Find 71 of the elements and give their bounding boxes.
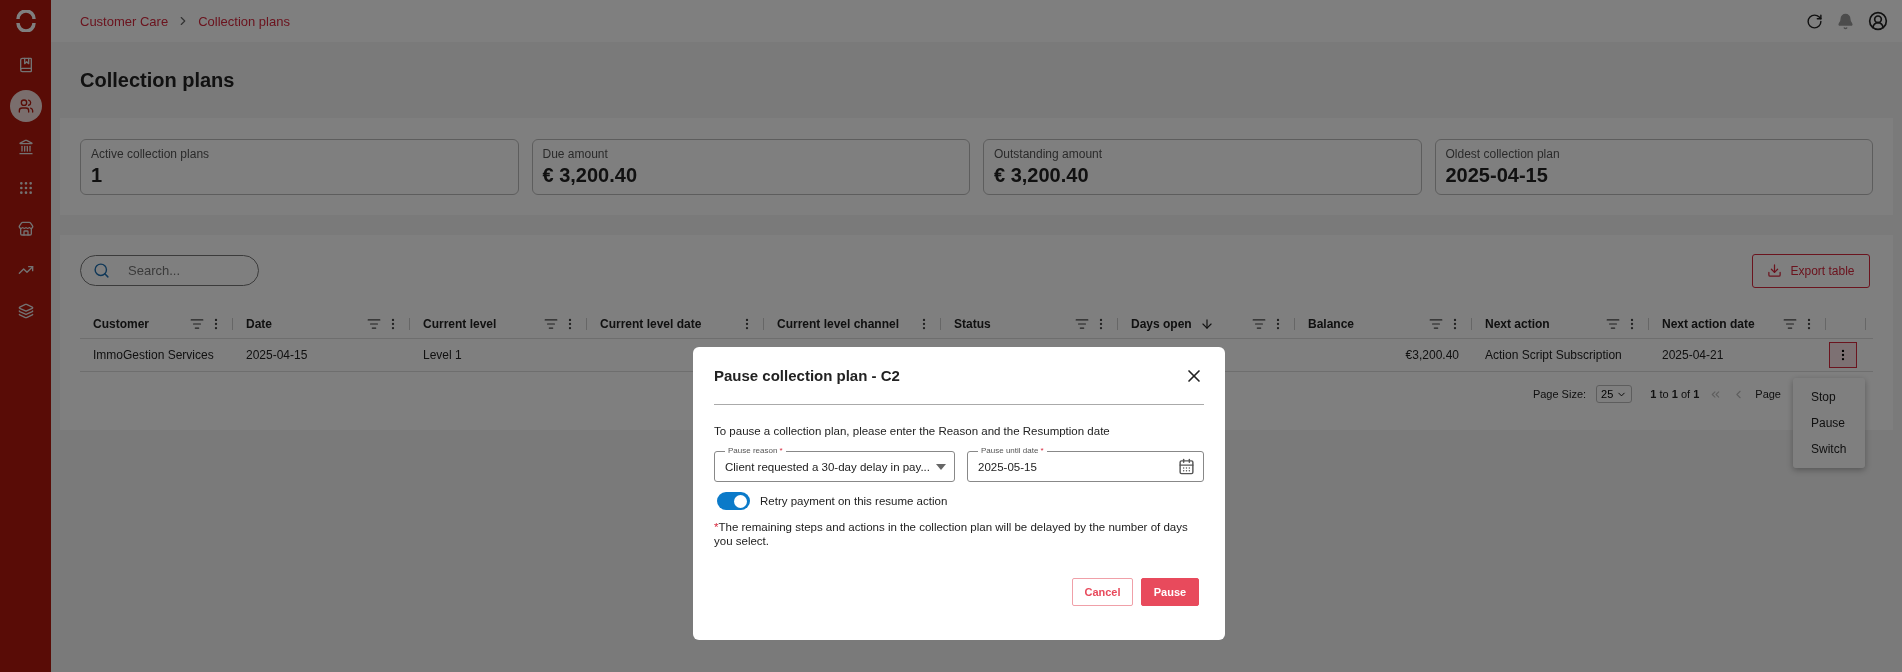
table-cell: Level 1 bbox=[423, 348, 462, 362]
row-actions-button[interactable] bbox=[1829, 342, 1857, 368]
pause-button[interactable]: Pause bbox=[1141, 578, 1199, 606]
page-size-label: Page Size: bbox=[1532, 388, 1587, 400]
filter-icon[interactable] bbox=[190, 316, 204, 331]
book-icon bbox=[17, 57, 34, 73]
search-icon bbox=[93, 262, 110, 279]
column-header[interactable]: Date bbox=[246, 316, 272, 331]
bell-icon[interactable] bbox=[1837, 12, 1854, 30]
filter-icon[interactable] bbox=[1429, 316, 1443, 331]
page-label: Page bbox=[1755, 388, 1781, 400]
calendar-icon[interactable] bbox=[1178, 458, 1195, 475]
dialog-title: Pause collection plan - C2 bbox=[714, 367, 900, 384]
field-value: 2025-05-15 bbox=[978, 460, 1037, 473]
column-header[interactable]: Current level date bbox=[600, 316, 702, 331]
stat-label: Due amount bbox=[542, 147, 609, 161]
users-icon bbox=[17, 98, 34, 114]
download-icon bbox=[1767, 263, 1783, 278]
filter-icon[interactable] bbox=[544, 316, 558, 331]
stat-value: 2025-04-15 bbox=[1445, 164, 1549, 187]
filter-icon[interactable] bbox=[367, 316, 381, 331]
table-cell: 2025-04-21 bbox=[1662, 348, 1724, 362]
column-header[interactable]: Days open bbox=[1131, 316, 1192, 331]
column-header[interactable]: Current level bbox=[423, 316, 497, 331]
toggle-switch[interactable] bbox=[717, 492, 750, 510]
table-cell: ImmoGestion Services bbox=[93, 348, 214, 362]
field-value: Client requested a 30-day delay in pay... bbox=[725, 460, 930, 473]
table-cell: €3,200.40 bbox=[1405, 348, 1459, 362]
stat-label: Active collection plans bbox=[91, 147, 211, 161]
export-button[interactable]: Export table bbox=[1752, 253, 1870, 288]
table-cell: 2025-04-15 bbox=[246, 348, 308, 362]
refresh-icon[interactable] bbox=[1806, 12, 1823, 30]
column-header[interactable]: Customer bbox=[93, 316, 149, 331]
account-icon[interactable] bbox=[1868, 11, 1888, 31]
cancel-button[interactable]: Cancel bbox=[1072, 578, 1133, 606]
column-header[interactable]: Current level channel bbox=[777, 316, 900, 331]
store-icon bbox=[17, 221, 34, 237]
table-cell: Action Script Subscription bbox=[1485, 348, 1622, 362]
dots-icon bbox=[17, 180, 34, 196]
dialog-description: To pause a collection plan, please enter the Reason and the Resumption date bbox=[714, 425, 1111, 437]
breadcrumb-link[interactable]: Collection plans bbox=[198, 13, 290, 29]
dropdown-arrow-icon bbox=[936, 463, 946, 470]
page-size-select[interactable]: 25 bbox=[1596, 385, 1633, 403]
column-header[interactable]: Status bbox=[954, 316, 991, 331]
filter-icon[interactable] bbox=[1606, 316, 1620, 331]
stat-value: € 3,200.40 bbox=[542, 164, 639, 187]
filter-icon[interactable] bbox=[1783, 316, 1797, 331]
menu-item[interactable]: Switch bbox=[1793, 436, 1865, 462]
sidebar-item[interactable] bbox=[9, 90, 42, 122]
menu-item[interactable]: Stop bbox=[1793, 384, 1865, 410]
search-input[interactable]: Search... bbox=[126, 262, 236, 279]
field-label: Pause reason * bbox=[725, 446, 786, 456]
column-header[interactable]: Next action date bbox=[1662, 316, 1755, 331]
page-title: Collection plans bbox=[80, 68, 235, 92]
stat-value: 1 bbox=[91, 164, 104, 187]
stat-value: € 3,200.40 bbox=[994, 164, 1090, 187]
filter-icon[interactable] bbox=[1252, 316, 1266, 331]
field-label: Pause until date * bbox=[978, 446, 1047, 456]
bank-icon bbox=[17, 139, 34, 155]
stat-label: Outstanding amount bbox=[994, 147, 1104, 161]
menu-item[interactable]: Pause bbox=[1793, 410, 1865, 436]
layers-icon bbox=[17, 303, 34, 319]
toggle-label: Retry payment on this resume action bbox=[760, 495, 948, 507]
column-header[interactable]: Balance bbox=[1308, 316, 1355, 331]
logo-icon bbox=[14, 10, 37, 32]
dialog-note: *The remaining steps and actions in the collection plan will be delayed by the number of days you select. bbox=[714, 520, 1189, 548]
page-range: 1 to 1 of 1 bbox=[1650, 388, 1700, 400]
column-header[interactable]: Next action bbox=[1485, 316, 1550, 331]
filter-icon[interactable] bbox=[1075, 316, 1089, 331]
stat-label: Oldest collection plan bbox=[1445, 147, 1561, 161]
breadcrumb-link[interactable]: Customer Care bbox=[80, 13, 169, 29]
